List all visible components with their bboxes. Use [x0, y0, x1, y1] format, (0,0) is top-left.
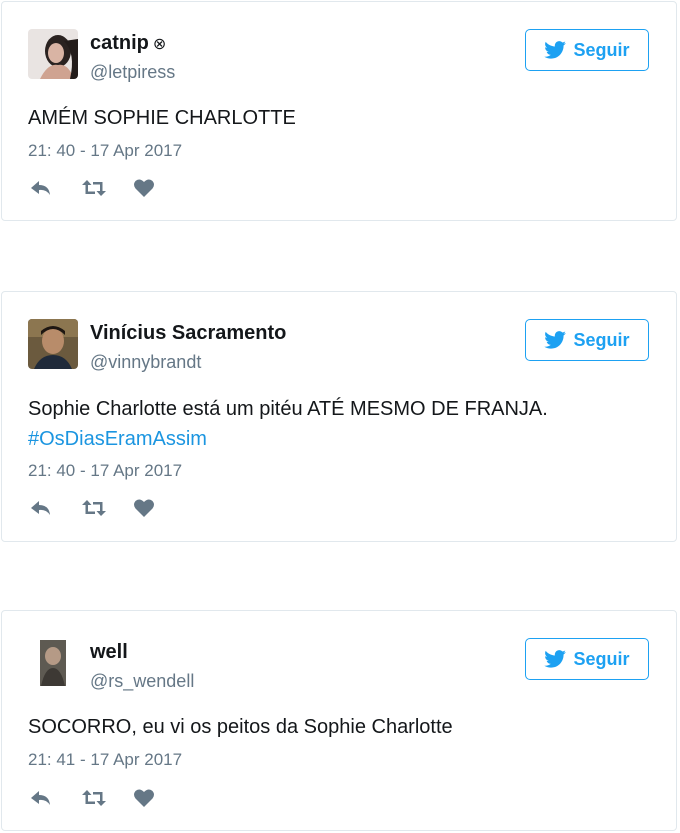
- avatar[interactable]: [28, 638, 78, 688]
- badge-icon: ⊗: [152, 36, 167, 53]
- twitter-bird-icon: [544, 41, 567, 59]
- reply-icon[interactable]: [29, 787, 81, 809]
- follow-label: Seguir: [573, 648, 630, 669]
- retweet-icon[interactable]: [81, 497, 133, 519]
- like-icon[interactable]: [133, 497, 185, 519]
- follow-button[interactable]: Seguir: [525, 29, 649, 71]
- avatar[interactable]: [28, 319, 78, 369]
- tweet-actions: [29, 787, 185, 809]
- follow-button[interactable]: Seguir: [525, 638, 649, 680]
- reply-icon[interactable]: [29, 177, 81, 199]
- tweet-card: Vinícius Sacramento @vinnybrandt Seguir …: [1, 291, 677, 542]
- twitter-bird-icon: [544, 650, 567, 668]
- tweet-actions: [29, 177, 185, 199]
- reply-icon[interactable]: [29, 497, 81, 519]
- like-icon[interactable]: [133, 177, 185, 199]
- follow-label: Seguir: [573, 329, 630, 350]
- twitter-bird-icon: [544, 331, 567, 349]
- retweet-icon[interactable]: [81, 177, 133, 199]
- user-handle[interactable]: @letpiress: [90, 62, 175, 83]
- tweet-actions: [29, 497, 185, 519]
- display-name[interactable]: Vinícius Sacramento: [90, 322, 286, 345]
- follow-button[interactable]: Seguir: [525, 319, 649, 361]
- display-name[interactable]: well: [90, 641, 128, 664]
- tweet-text: SOCORRO, eu vi os peitos da Sophie Charl…: [28, 716, 453, 738]
- user-handle[interactable]: @vinnybrandt: [90, 352, 201, 373]
- tweet-timestamp[interactable]: 21: 40 - 17 Apr 2017: [28, 461, 182, 481]
- user-handle[interactable]: @rs_wendell: [90, 671, 194, 692]
- hashtag-link[interactable]: #OsDiasEramAssim: [28, 424, 650, 454]
- tweet-card: well @rs_wendell Seguir SOCORRO, eu vi o…: [1, 610, 677, 831]
- retweet-icon[interactable]: [81, 787, 133, 809]
- tweet-text: Sophie Charlotte está um pitéu ATÉ MESMO…: [28, 394, 650, 454]
- like-icon[interactable]: [133, 787, 185, 809]
- tweet-card: catnip ⊗ @letpiress Seguir AMÉM SOPHIE CH…: [1, 1, 677, 221]
- display-name[interactable]: catnip ⊗: [90, 32, 166, 55]
- tweet-timestamp[interactable]: 21: 40 - 17 Apr 2017: [28, 141, 182, 161]
- follow-label: Seguir: [573, 39, 630, 60]
- avatar[interactable]: [28, 29, 78, 79]
- tweet-text: AMÉM SOPHIE CHARLOTTE: [28, 107, 296, 129]
- tweet-timestamp[interactable]: 21: 41 - 17 Apr 2017: [28, 750, 182, 770]
